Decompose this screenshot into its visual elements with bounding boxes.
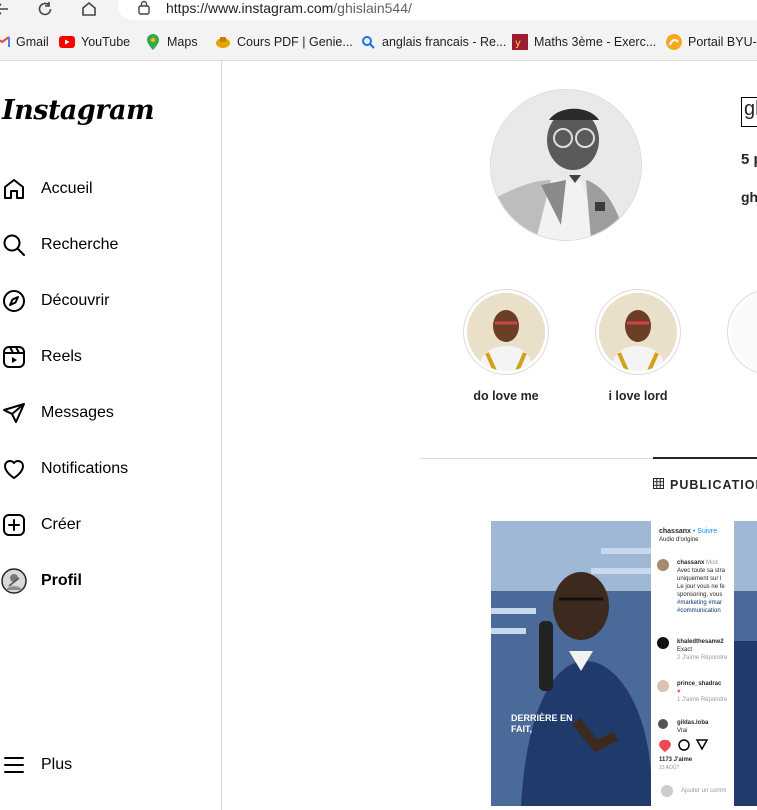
bookmark-cours-pdf[interactable]: Cours PDF | Genie... (215, 33, 353, 51)
highlight-new[interactable]: N (726, 289, 757, 403)
post-date: 23 AOÛT (659, 765, 680, 771)
search-icon (0, 231, 28, 259)
search-icon (360, 34, 376, 50)
sidebar: Instagram Accueil Recherche Découvrir Re… (0, 61, 222, 810)
post-add-comment: Ajouter un comm (681, 788, 727, 794)
post-thumbnail[interactable]: DERRIÈRE EN FAIT, chassanx • Suivre Audi… (491, 521, 733, 806)
avatar (0, 567, 28, 595)
menu-icon (0, 751, 28, 779)
sidebar-item-messages[interactable]: Messages (0, 393, 215, 433)
post-comment: prince_shadrac ♥ 1 J'aime Répondre (677, 681, 728, 703)
profile-username[interactable]: gh (741, 97, 757, 127)
maths-icon: y (512, 34, 528, 50)
highlight-i-love-lord[interactable]: i love lord (594, 289, 682, 403)
sidebar-item-label: Profil (41, 572, 82, 589)
sidebar-item-label: Reels (41, 348, 82, 365)
sidebar-item-label: Accueil (41, 180, 93, 197)
bookmark-maps[interactable]: Maps (145, 33, 198, 51)
reload-icon[interactable] (35, 0, 55, 18)
profile-stat-posts[interactable]: 5 p (741, 151, 757, 168)
reels-icon (0, 343, 28, 371)
bookmark-anglais[interactable]: anglais francais - Re... (360, 33, 506, 51)
sidebar-item-accueil[interactable]: Accueil (0, 169, 215, 209)
post-likes: 1173 J'aime (659, 757, 693, 763)
sidebar-item-decouvrir[interactable]: Découvrir (0, 281, 215, 321)
browser-toolbar: https://www.instagram.com/ghislain544/ (0, 0, 757, 24)
tab-active-indicator (653, 457, 757, 459)
heart-icon (0, 455, 28, 483)
highlight-ring (463, 289, 549, 375)
sidebar-item-label: Recherche (41, 236, 119, 253)
profile-main: gh 5 p gh do love me i love lord N PUBLI… (222, 61, 757, 810)
tab-publications[interactable]: PUBLICATION (653, 478, 757, 492)
sidebar-item-profil[interactable]: Profil (0, 561, 215, 601)
sidebar-item-creer[interactable]: Créer (0, 505, 215, 545)
send-icon (0, 399, 28, 427)
sidebar-item-label: Plus (41, 756, 73, 773)
highlight-cover (599, 293, 677, 371)
instagram-logo[interactable]: Instagram (2, 95, 155, 126)
highlight-label: i love lord (608, 389, 668, 403)
highlight-cover (731, 293, 757, 371)
home-icon (0, 175, 28, 203)
sidebar-item-notifications[interactable]: Notifications (0, 449, 215, 489)
sidebar-item-label: Notifications (41, 460, 129, 477)
post-comment: gildas.loba Vrai (677, 720, 709, 734)
bookmark-maths[interactable]: y Maths 3ème - Exerc... (512, 33, 656, 51)
highlight-label: do love me (473, 389, 539, 403)
svg-text:y: y (515, 38, 521, 49)
sidebar-item-label: Découvrir (41, 292, 110, 309)
sidebar-item-label: Messages (41, 404, 114, 421)
url-text[interactable]: https://www.instagram.com/ghislain544/ (166, 0, 412, 16)
sidebar-item-label: Créer (41, 516, 82, 533)
highlight-ring (727, 289, 757, 375)
highlight-cover (467, 293, 545, 371)
sidebar-item-plus[interactable]: Plus (0, 745, 215, 785)
grid-icon (653, 478, 664, 492)
highlight-do-love-me[interactable]: do love me (462, 289, 550, 403)
sidebar-item-reels[interactable]: Reels (0, 337, 215, 377)
profile-avatar[interactable] (490, 89, 642, 241)
byu-icon (666, 34, 682, 50)
profile-fullname: gh (741, 189, 757, 205)
bookmark-byu[interactable]: Portail BYU-P (666, 33, 757, 51)
post-caption: chassanx Mod Avec toute sa stra uniqueme… (677, 560, 725, 614)
bookmarks-bar: Gmail YouTube Maps Cours PDF | Genie... … (0, 24, 757, 61)
youtube-icon (59, 34, 75, 50)
post-overlay-text: DERRIÈRE EN FAIT, (511, 713, 573, 734)
maps-icon (145, 34, 161, 50)
post-comment: khaledthesame2 Exact 2 J'aime Répondre (677, 639, 728, 661)
sidebar-item-recherche[interactable]: Recherche (0, 225, 215, 265)
lock-icon[interactable] (137, 0, 151, 16)
plus-square-icon (0, 511, 28, 539)
bookmark-youtube[interactable]: YouTube (59, 33, 130, 51)
post-thumbnail[interactable] (734, 521, 757, 806)
cours-pdf-icon (215, 34, 231, 50)
highlight-ring (595, 289, 681, 375)
highlight-label: N (726, 389, 757, 403)
gmail-icon (0, 34, 10, 50)
back-icon[interactable] (0, 0, 12, 18)
bookmark-gmail[interactable]: Gmail (0, 33, 49, 51)
post-audio: Audio d'origine (659, 537, 699, 543)
compass-icon (0, 287, 28, 315)
home-browser-icon[interactable] (79, 0, 99, 18)
post-author: chassanx • Suivre (659, 528, 718, 535)
